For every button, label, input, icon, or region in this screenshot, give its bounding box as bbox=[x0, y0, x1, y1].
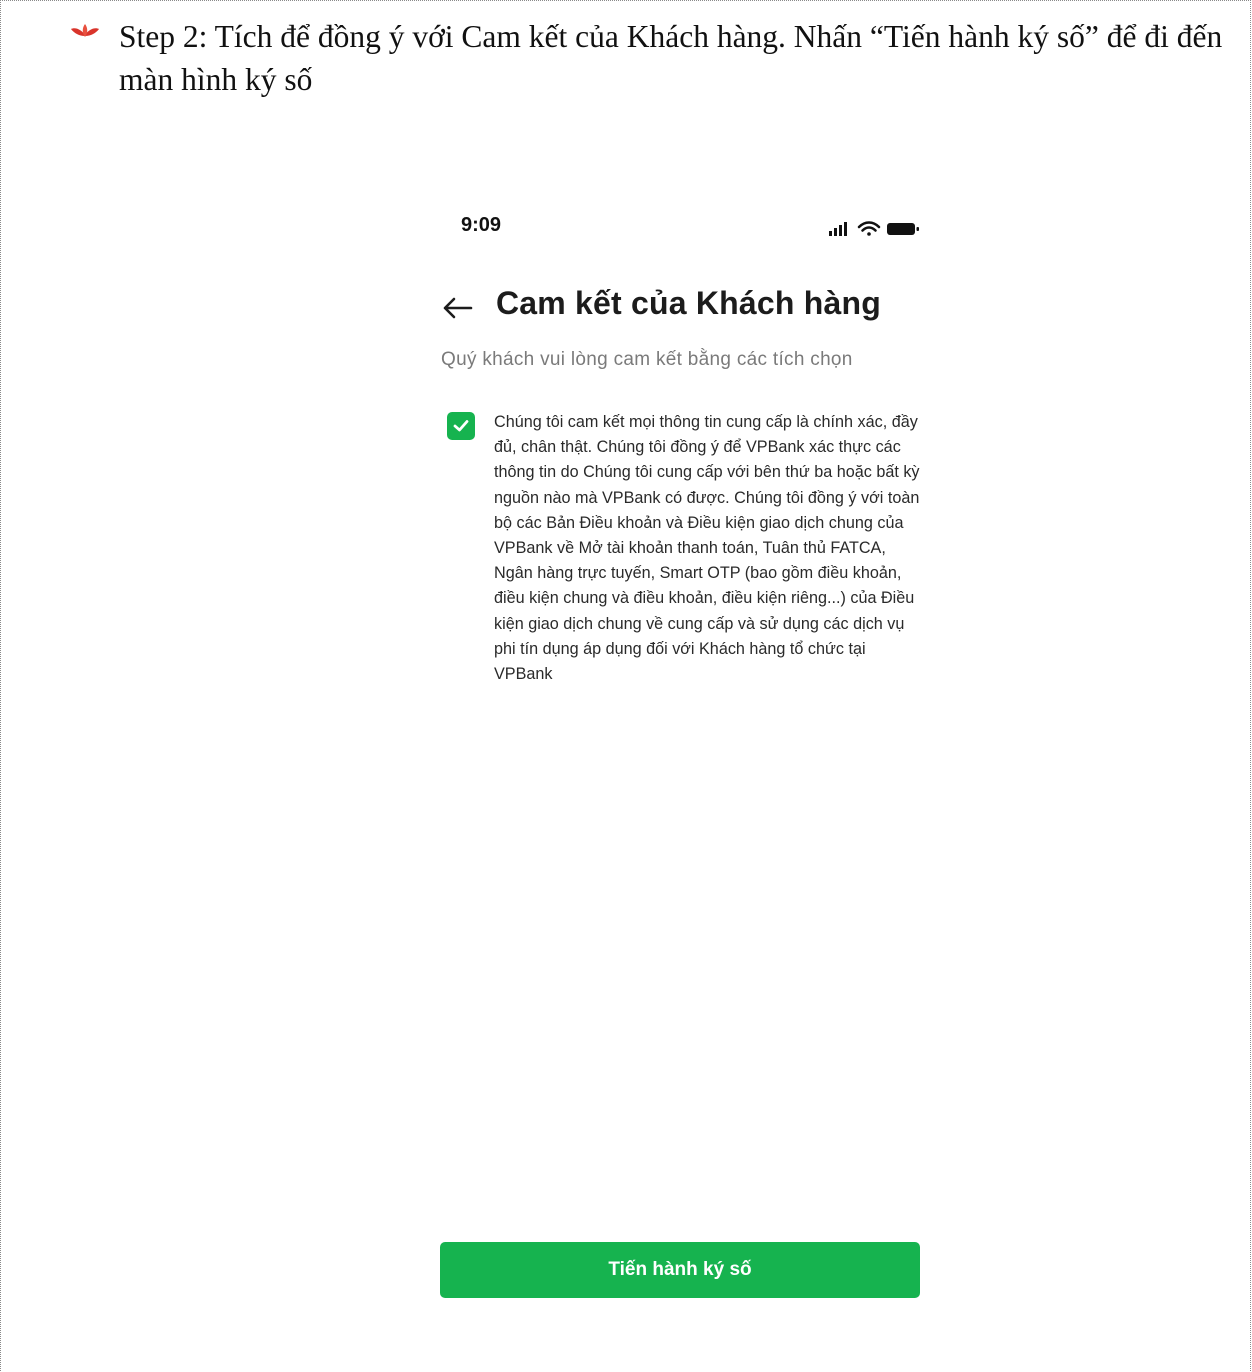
status-time: 9:09 bbox=[461, 214, 502, 236]
leaf-bullet-icon bbox=[71, 24, 99, 48]
battery-icon bbox=[887, 223, 919, 235]
commitment-text: Chúng tôi cam kết mọi thông tin cung cấp… bbox=[494, 413, 920, 684]
document-page: Step 2: Tích để đồng ý với Cam kết của K… bbox=[0, 0, 1251, 1371]
sign-button[interactable]: Tiến hành ký số bbox=[440, 1242, 920, 1298]
status-bar-icons bbox=[829, 221, 919, 236]
commitment-checkbox[interactable] bbox=[447, 412, 475, 440]
back-arrow-icon[interactable] bbox=[441, 296, 473, 320]
page-title: Cam kết của Khách hàng bbox=[496, 285, 881, 321]
wifi-icon bbox=[857, 221, 881, 236]
page-subtitle: Quý khách vui lòng cam kết bằng các tích… bbox=[441, 349, 853, 370]
step-instruction: Step 2: Tích để đồng ý với Cam kết của K… bbox=[119, 19, 1223, 97]
check-icon bbox=[453, 420, 469, 432]
signal-icon bbox=[829, 222, 847, 236]
